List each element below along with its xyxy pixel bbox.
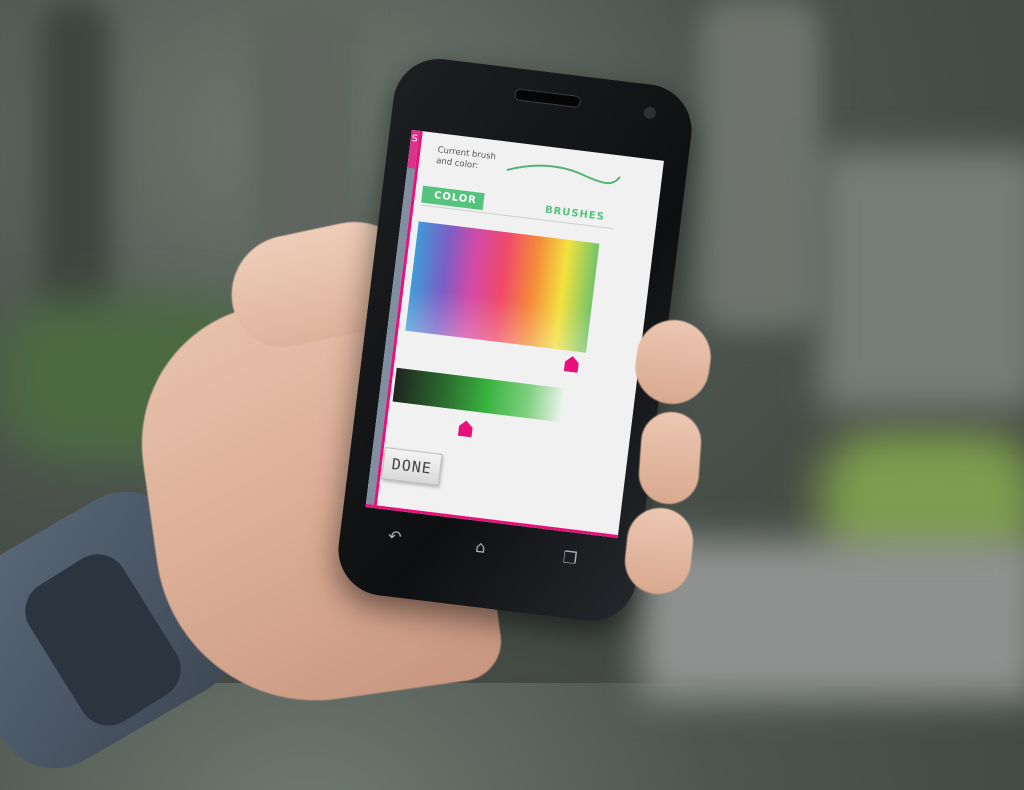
current-brush-label: Current brush and color: (435, 145, 497, 172)
hue-slider-handle[interactable] (564, 355, 580, 373)
hue-spectrum[interactable] (405, 221, 600, 353)
home-icon[interactable]: ⌂ (474, 537, 486, 557)
current-brush-preview (506, 164, 621, 185)
background-tree-trunk (40, 0, 110, 330)
hand-finger-middle (636, 410, 704, 506)
shade-bar[interactable] (392, 367, 564, 423)
phone-front-camera (643, 106, 657, 120)
done-button[interactable]: DONE (381, 446, 443, 486)
navigation-bar: ↶ ⌂ ❐ (386, 526, 587, 574)
background-path (640, 540, 1024, 700)
brush-stroke (506, 164, 621, 185)
status-time: 12:00 (635, 146, 660, 159)
shade-slider-handle[interactable] (458, 420, 474, 438)
side-strip-letter: S (411, 133, 419, 145)
back-icon[interactable]: ↶ (387, 526, 403, 546)
phone-speaker (514, 88, 582, 109)
phone-screen: 12:00 S Current brush and color: COLOR B… (365, 129, 664, 538)
background-tree-trunk (700, 0, 820, 330)
recent-apps-icon[interactable]: ❐ (562, 548, 579, 569)
background-wall (820, 150, 1024, 410)
